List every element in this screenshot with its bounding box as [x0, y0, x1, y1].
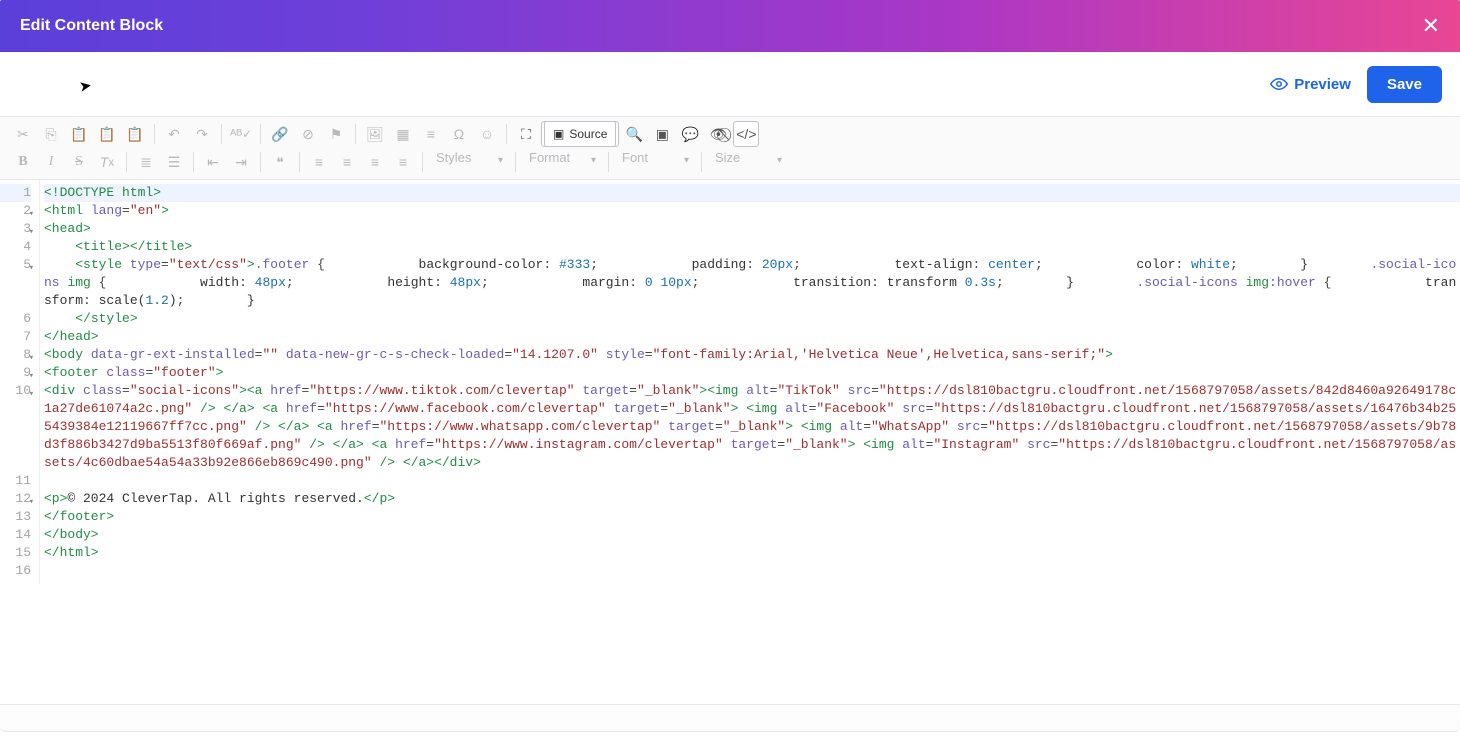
close-icon[interactable]: ✕ — [1422, 15, 1440, 37]
source-button-outer[interactable]: ▣ Source — [541, 121, 619, 147]
separator — [260, 152, 261, 172]
editor-toolbar: ✂ ⎘ 📋 📋 📋 ↶ ↷ ᴬᴮ✓ 🔗 ⊘ ⚑ 🖼 ▦ ≡ Ω ☺ ⛶ ▣ — [0, 117, 1460, 180]
editor: ✂ ⎘ 📋 📋 📋 ↶ ↷ ᴬᴮ✓ 🔗 ⊘ ⚑ 🖼 ▦ ≡ Ω ☺ ⛶ ▣ — [0, 116, 1460, 584]
save-button[interactable]: Save — [1367, 66, 1442, 103]
eye-icon — [1270, 75, 1288, 93]
paste-word-icon[interactable]: 📋 — [122, 121, 148, 147]
hr-icon[interactable]: ≡ — [418, 121, 444, 147]
undo-icon[interactable]: ↶ — [161, 121, 187, 147]
paste-text-icon[interactable]: 📋 — [94, 121, 120, 147]
separator — [126, 152, 127, 172]
align-center-icon[interactable]: ≡ — [334, 149, 360, 175]
separator — [701, 152, 702, 172]
image-icon[interactable]: 🖼 — [362, 121, 388, 147]
redo-icon[interactable]: ↷ — [189, 121, 215, 147]
search-icon[interactable]: 🔍 — [621, 121, 647, 147]
remove-format-icon[interactable]: Tx — [94, 149, 120, 175]
link-icon[interactable]: 🔗 — [267, 121, 293, 147]
anchor-icon[interactable]: ⚑ — [323, 121, 349, 147]
code-editor[interactable]: 12345678910111213141516 <!DOCTYPE html><… — [0, 180, 1460, 584]
paste-icon[interactable]: 📋 — [66, 121, 92, 147]
emoji-icon[interactable]: ☺ — [474, 121, 500, 147]
source-code-icon: ▣ — [553, 127, 564, 141]
editor-footer-bar — [0, 704, 1460, 732]
separator — [221, 124, 222, 144]
separator — [260, 124, 261, 144]
line-gutter: 12345678910111213141516 — [0, 180, 40, 584]
numbered-list-icon[interactable]: ≣ — [133, 149, 159, 175]
source-label: Source — [569, 127, 607, 141]
size-select[interactable]: Size — [708, 149, 788, 175]
preview-label: Preview — [1294, 76, 1351, 93]
styles-select[interactable]: Styles — [429, 149, 509, 175]
align-left-icon[interactable]: ≡ — [306, 149, 332, 175]
align-right-icon[interactable]: ≡ — [362, 149, 388, 175]
code-content[interactable]: <!DOCTYPE html><html lang="en"><head> <t… — [40, 180, 1460, 584]
code-icon[interactable]: </> — [733, 121, 759, 147]
preview-button[interactable]: Preview — [1270, 75, 1351, 93]
separator — [154, 124, 155, 144]
unlink-icon[interactable]: ⊘ — [295, 121, 321, 147]
special-char-icon[interactable]: Ω — [446, 121, 472, 147]
blockquote-icon[interactable]: ❝ — [267, 149, 293, 175]
italic-icon[interactable]: I — [38, 149, 64, 175]
indent-icon[interactable]: ⇥ — [228, 149, 254, 175]
strike-icon[interactable]: S — [66, 149, 92, 175]
source-button[interactable]: ▣ Source — [544, 121, 616, 147]
bullet-list-icon[interactable]: ☰ — [161, 149, 187, 175]
copy-icon[interactable]: ⎘ — [38, 121, 64, 147]
separator — [608, 152, 609, 172]
action-bar: Preview Save — [0, 52, 1460, 116]
font-select[interactable]: Font — [615, 149, 695, 175]
comment-icon[interactable]: 💬 — [677, 121, 703, 147]
cut-icon[interactable]: ✂ — [10, 121, 36, 147]
modal-title: Edit Content Block — [20, 17, 163, 35]
separator — [515, 152, 516, 172]
bold-icon[interactable]: B — [10, 149, 36, 175]
separator — [355, 124, 356, 144]
spellcheck-icon[interactable]: ᴬᴮ✓ — [228, 121, 254, 147]
modal-header: Edit Content Block ✕ — [0, 0, 1460, 52]
outdent-icon[interactable]: ⇤ — [200, 149, 226, 175]
format-select[interactable]: Format — [522, 149, 602, 175]
select-all-icon[interactable]: ▣ — [649, 121, 675, 147]
separator — [193, 152, 194, 172]
separator — [299, 152, 300, 172]
separator — [506, 124, 507, 144]
align-justify-icon[interactable]: ≡ — [390, 149, 416, 175]
table-icon[interactable]: ▦ — [390, 121, 416, 147]
separator — [422, 152, 423, 172]
maximize-icon[interactable]: ⛶ — [513, 121, 539, 147]
visibility-off-icon[interactable]: 👁︎⃠ — [705, 121, 731, 147]
